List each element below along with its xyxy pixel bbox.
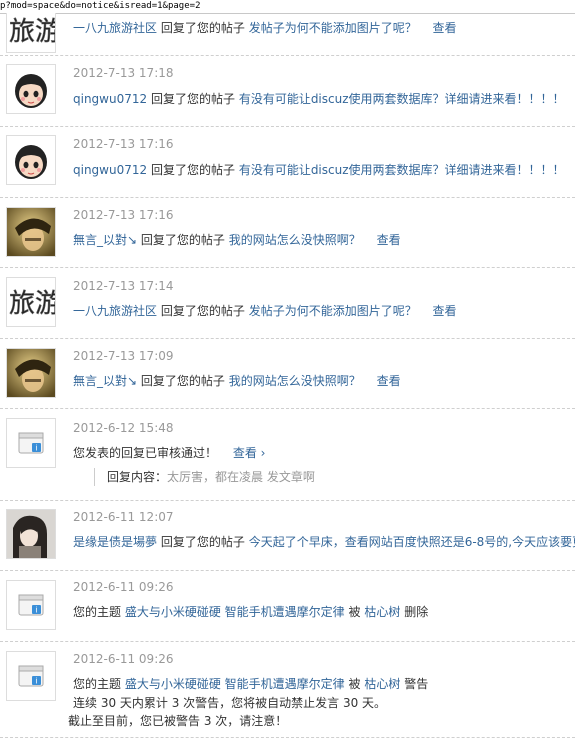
notice-item: 2012-7-13 17:09 無言_以對↘ 回复了您的帖子 我的网站怎么没快照…	[0, 338, 575, 409]
topic-link[interactable]: 盛大与小米硬碰硬 智能手机遭遇摩尔定律	[125, 605, 345, 619]
notice-time: 2012-6-11 09:26	[73, 652, 174, 666]
travel-logo-icon: 旅游	[7, 13, 55, 52]
system-notice-icon: i	[7, 652, 55, 700]
thread-link[interactable]: 有没有可能让discuz使用两套数据库？详细请进来看！！！！	[239, 163, 565, 177]
user-link[interactable]: 一八九旅游社区	[73, 304, 157, 318]
topic-link[interactable]: 盛大与小米硬碰硬 智能手机遭遇摩尔定律	[125, 677, 345, 691]
notice-action: 删除	[404, 605, 429, 619]
thread-link[interactable]: 我的网站怎么没快照啊？	[229, 374, 361, 388]
system-notice-icon: i	[7, 419, 55, 467]
notice-item: 2012-7-13 17:16 無言_以對↘ 回复了您的帖子 我的网站怎么没快照…	[0, 197, 575, 268]
svg-text:旅游: 旅游	[9, 289, 55, 319]
avatar[interactable]	[6, 64, 56, 114]
view-link[interactable]: 查看	[377, 233, 401, 247]
verb-text: 回复了您的帖子	[150, 92, 235, 106]
view-link[interactable]: 查看	[433, 304, 457, 318]
quote-label: 回复内容：	[107, 470, 168, 484]
avatar: i	[6, 580, 56, 630]
notice-item: 旅游 2012-7-13 17:14 一八九旅游社区 回复了您的帖子 发帖子为何…	[0, 267, 575, 339]
cartoon-girl-icon	[7, 136, 55, 184]
thread-link[interactable]: 发帖子为何不能添加图片了呢？	[249, 21, 417, 35]
photo-boy-icon	[7, 208, 55, 256]
user-link[interactable]: qingwu0712	[73, 163, 147, 177]
notice-time: 2012-7-13 17:16	[73, 208, 174, 222]
avatar[interactable]: 旅游	[6, 13, 56, 53]
notice-time: 2012-6-11 09:26	[73, 580, 174, 594]
notice-time: 2012-7-13 17:14	[73, 279, 174, 293]
notice-item: i 2012-6-11 09:26 您的主题 盛大与小米硬碰硬 智能手机遭遇摩尔…	[0, 570, 575, 642]
notice-item: 2012-7-13 17:16 qingwu0712 回复了您的帖子 有没有可能…	[0, 126, 575, 198]
svg-text:旅游: 旅游	[9, 17, 55, 47]
avatar[interactable]	[6, 135, 56, 185]
user-link[interactable]: 是缘是债是場夢	[73, 535, 157, 549]
notice-item: i 2012-6-11 09:26 您的主题 盛大与小米硬碰硬 智能手机遭遇摩尔…	[0, 641, 575, 738]
view-link[interactable]: 查看	[433, 21, 457, 35]
avatar[interactable]	[6, 509, 56, 559]
notice-time: 2012-6-11 12:07	[73, 510, 174, 524]
notice-text: 被	[348, 677, 361, 691]
reply-quote: 回复内容：太厉害，都在凌晨 发文章啊	[94, 468, 315, 486]
warning-count-text: 截止至目前，您已被警告 3 次，请注意！	[68, 714, 288, 728]
thread-link[interactable]: 今天起了个早床，查看网站百度快照还是6-8号的,今天应该要更	[249, 535, 575, 549]
svg-text:i: i	[35, 444, 37, 453]
notice-item: 2012-6-11 12:07 是缘是债是場夢 回复了您的帖子 今天起了个早床，…	[0, 500, 575, 571]
thread-link[interactable]: 我的网站怎么没快照啊？	[229, 233, 361, 247]
notice-time: 2012-6-12 15:48	[73, 421, 174, 435]
verb-text: 回复了您的帖子	[140, 233, 225, 247]
verb-text: 回复了您的帖子	[140, 374, 225, 388]
avatar[interactable]: 旅游	[6, 277, 56, 327]
svg-text:i: i	[35, 606, 37, 615]
thread-link[interactable]: 有没有可能让discuz使用两套数据库？详细请进来看！！！！	[239, 92, 565, 106]
verb-text: 回复了您的帖子	[160, 21, 245, 35]
avatar: i	[6, 651, 56, 701]
verb-text: 回复了您的帖子	[150, 163, 235, 177]
notice-text: 您的主题	[73, 605, 122, 619]
notice-action: 警告	[404, 677, 429, 691]
view-link[interactable]: 查看	[377, 374, 401, 388]
notice-time: 2012-7-13 17:16	[73, 137, 174, 151]
avatar[interactable]	[6, 348, 56, 398]
cartoon-girl-icon	[7, 65, 55, 113]
avatar[interactable]	[6, 207, 56, 257]
user-link[interactable]: 無言_以對↘	[73, 374, 137, 388]
photo-girl-icon	[7, 510, 55, 558]
notice-item: i 2012-6-12 15:48 您发表的回复已审核通过！ 查看 › 回复内容…	[0, 408, 575, 501]
user-link[interactable]: 無言_以對↘	[73, 233, 137, 247]
system-notice-icon: i	[7, 581, 55, 629]
verb-text: 回复了您的帖子	[160, 535, 245, 549]
thread-link[interactable]: 发帖子为何不能添加图片了呢？	[249, 304, 417, 318]
notice-text: 您发表的回复已审核通过！	[73, 446, 218, 460]
travel-logo-icon: 旅游	[7, 278, 55, 326]
notice-time: 2012-7-13 17:09	[73, 349, 174, 363]
user-link[interactable]: 一八九旅游社区	[73, 21, 157, 35]
user-link[interactable]: 枯心树	[364, 677, 400, 691]
user-link[interactable]: qingwu0712	[73, 92, 147, 106]
warning-text: 连续 30 天内累计 3 次警告，您将被自动禁止发言 30 天。	[73, 696, 387, 710]
avatar: i	[6, 418, 56, 468]
view-link[interactable]: 查看 ›	[233, 446, 266, 460]
svg-text:i: i	[35, 677, 37, 686]
notice-item: 2012-7-13 17:18 qingwu0712 回复了您的帖子 有没有可能…	[0, 55, 575, 127]
notice-text: 您的主题	[73, 677, 122, 691]
notice-time: 2012-7-13 17:18	[73, 66, 174, 80]
photo-boy-icon	[7, 349, 55, 397]
address-bar[interactable]: p?mod=space&do=notice&isread=1&page=2	[0, 0, 575, 14]
user-link[interactable]: 枯心树	[364, 605, 400, 619]
notice-item: 旅游 一八九旅游社区 回复了您的帖子 发帖子为何不能添加图片了呢？ 查看	[0, 13, 575, 56]
notice-text: 被	[348, 605, 361, 619]
verb-text: 回复了您的帖子	[160, 304, 245, 318]
quote-text: 太厉害，都在凌晨 发文章啊	[167, 470, 315, 484]
